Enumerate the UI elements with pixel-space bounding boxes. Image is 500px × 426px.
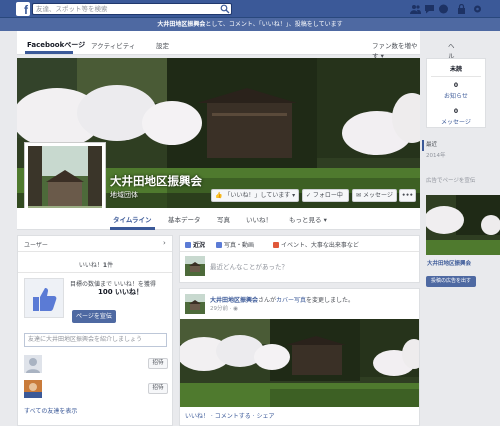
messages-link[interactable]: メッセージ	[427, 117, 485, 126]
timeline-year-nav: 最近 2014年	[422, 140, 446, 162]
likes-suffix: 件	[107, 262, 114, 269]
messages-icon[interactable]	[424, 4, 435, 14]
divider	[18, 251, 172, 252]
page-category[interactable]: 地域団体	[110, 190, 138, 200]
promote-dropdown[interactable]: ファン数を増やす ▾	[372, 40, 420, 60]
unread-label: 未読	[449, 66, 462, 73]
composer-tab-photo-label: 写真・動画	[224, 242, 255, 249]
tab-timeline[interactable]: タイムライン	[113, 214, 152, 224]
messages-count[interactable]: 0	[427, 108, 485, 115]
composer-tab-status[interactable]: 近況	[185, 240, 205, 249]
more-options-button[interactable]: •••	[399, 189, 416, 202]
divider	[431, 76, 481, 77]
people-card: ユーザー › いいね！1件 目標の数値まで いいね！を獲得 100 いいね！ ペ…	[17, 235, 173, 426]
post-header: 大井田地区振興会さんがカバー写真を変更しました。	[210, 295, 354, 304]
cover-photo-link[interactable]: カバー写真	[276, 297, 306, 304]
likes-prefix: いいね！	[78, 262, 103, 269]
post-text-middle: さんが	[258, 297, 277, 304]
year-2014[interactable]: 2014年	[426, 151, 446, 162]
post-text-suffix: を変更しました。	[306, 297, 355, 304]
tab-likes[interactable]: いいね！	[246, 214, 272, 224]
admin-page-name[interactable]: 大井田地区振興会	[157, 21, 205, 28]
ad-preview-image[interactable]	[426, 195, 500, 255]
people-card-title: ユーザー	[24, 242, 48, 249]
composer-tab-event-label: イベント、大事な出来事など	[281, 242, 359, 249]
following-button[interactable]: ✓ フォロー中	[302, 189, 349, 202]
tab-more[interactable]: もっと見る ▾	[289, 214, 327, 224]
top-navigation-bar: f 友達、スポット等を検索	[0, 0, 500, 18]
post-timestamp[interactable]: 29分前 · ◉	[210, 304, 238, 312]
tab-activity[interactable]: アクティビティ	[91, 40, 135, 50]
message-button-label: メッセージ	[362, 192, 393, 199]
page-avatar	[185, 256, 205, 276]
divider	[180, 251, 419, 252]
ad-page-name[interactable]: 大井田地区振興会	[427, 259, 471, 267]
post-author-link[interactable]: 大井田地区振興会	[210, 297, 258, 304]
composer-tab-photo[interactable]: 写真・動画	[216, 240, 254, 249]
pencil-icon	[185, 242, 191, 248]
privacy-lock-icon[interactable]	[456, 4, 467, 14]
friend-avatar[interactable]	[24, 355, 42, 373]
settings-gear-icon[interactable]	[472, 4, 483, 14]
liked-button-label: 「いいね！」しています ▾	[224, 192, 296, 199]
timeline-nav: タイムライン 基本データ 写真 いいね！ もっと見る ▾	[17, 208, 420, 230]
promote-page-button[interactable]: ページを宣伝	[72, 310, 116, 323]
composer-tab-event[interactable]: イベント、大事な出来事など	[273, 240, 359, 249]
year-recent[interactable]: 最近	[422, 140, 446, 151]
search-input[interactable]: 友達、スポット等を検索	[32, 3, 232, 15]
friend-requests-icon[interactable]	[410, 4, 421, 14]
composer-input[interactable]: 最近どんなことがあった？	[210, 261, 288, 271]
tab-about[interactable]: 基本データ	[168, 214, 201, 224]
flag-icon	[273, 242, 279, 248]
camera-icon	[216, 242, 222, 248]
post-author-avatar[interactable]	[185, 294, 205, 314]
status-composer: 近況 写真・動画 イベント、大事な出来事など 最近どんなことがあった？	[179, 235, 420, 283]
message-icon: ✉	[356, 192, 362, 199]
notifications-globe-icon[interactable]	[438, 4, 449, 14]
see-all-friends-link[interactable]: すべての友達を表示	[24, 406, 77, 415]
divider	[18, 272, 172, 273]
globe-icon: ◉	[233, 306, 239, 312]
invite-friends-input[interactable]: 友達に大井田地区振興会を紹介しましょう	[24, 333, 167, 347]
post-actions[interactable]: いいね！ · コメントする · シェア	[185, 411, 274, 420]
active-tab-indicator	[110, 227, 155, 230]
friend-avatar[interactable]	[24, 380, 42, 398]
page-admin-nav: Facebookページ アクティビティ 設定 ファン数を増やす ▾ ヘルプ ▾	[17, 31, 455, 78]
post-time-text: 29分前 ·	[210, 306, 234, 312]
boost-post-button[interactable]: 投稿の広告を出す	[426, 276, 476, 287]
page-title: 大井田地区振興会	[110, 174, 202, 188]
notifications-link[interactable]: お知らせ	[427, 91, 485, 100]
tab-facebook-page[interactable]: Facebookページ	[27, 40, 85, 50]
invite-button[interactable]: 招待	[148, 358, 168, 369]
timeline-post: 大井田地区振興会さんがカバー写真を変更しました。 29分前 · ◉ いいね！ ·…	[179, 288, 420, 426]
facebook-logo-icon[interactable]: f	[16, 2, 30, 16]
active-tab-indicator	[25, 51, 73, 54]
tab-photos[interactable]: 写真	[217, 214, 230, 224]
tab-settings[interactable]: 設定	[156, 40, 169, 50]
admin-notice-bar: 大井田地区振興会として、コメント、「いいね！」、投稿をしています	[0, 18, 500, 31]
like-goal-number: 100 いいね！	[98, 288, 144, 296]
like-goal-thumbs-icon	[24, 278, 64, 318]
liked-button[interactable]: 👍 「いいね！」しています ▾	[211, 189, 299, 202]
search-icon[interactable]	[220, 4, 230, 14]
notifications-count[interactable]: 0	[427, 82, 485, 89]
ad-section-title: 広告でページを宣伝	[426, 178, 476, 184]
post-image[interactable]	[180, 319, 419, 407]
likes-count: いいね！1件	[18, 260, 174, 269]
page-stats-panel: 未読 0 お知らせ 0 メッセージ	[426, 58, 486, 128]
chevron-right-icon[interactable]: ›	[163, 239, 166, 247]
thumbs-up-icon: 👍	[215, 192, 223, 199]
invite-button[interactable]: 招待	[148, 383, 168, 394]
admin-notice-text: として、コメント、「いいね！」、投稿をしています	[205, 21, 343, 28]
composer-tab-status-label: 近況	[193, 242, 206, 249]
message-button[interactable]: ✉ メッセージ	[352, 189, 397, 202]
